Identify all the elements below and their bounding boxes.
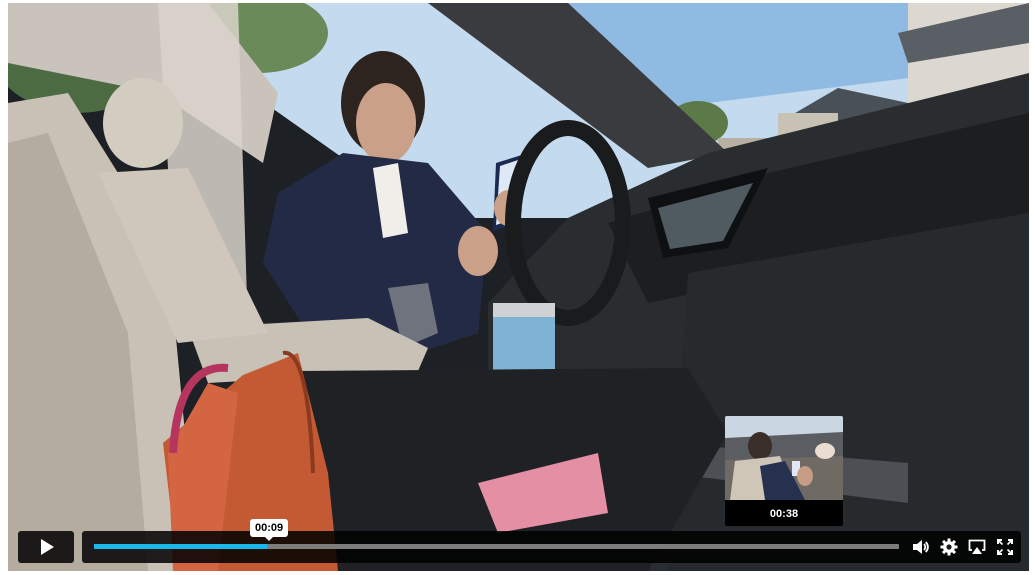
player-controls — [18, 531, 1021, 563]
control-bar — [82, 531, 1021, 563]
play-button[interactable] — [18, 531, 74, 563]
play-icon — [41, 539, 54, 555]
fullscreen-icon[interactable] — [995, 537, 1015, 557]
video-frame-image — [8, 3, 1029, 571]
airplay-icon[interactable] — [967, 537, 987, 557]
preview-image — [725, 416, 843, 500]
video-player[interactable]: 00:09 00:38 — [8, 3, 1029, 571]
control-icons — [911, 531, 1015, 563]
scrub-time-tooltip: 00:09 — [250, 519, 289, 541]
preview-time: 00:38 — [769, 508, 799, 520]
video-frame[interactable] — [8, 3, 1029, 571]
gear-icon[interactable] — [939, 537, 959, 557]
volume-icon[interactable] — [911, 537, 931, 557]
progress-played — [94, 544, 268, 549]
progress-bar[interactable] — [94, 544, 899, 549]
preview-thumbnail: 00:38 — [725, 416, 843, 526]
